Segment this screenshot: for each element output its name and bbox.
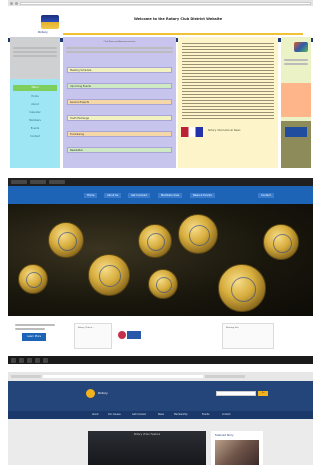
sidebar-link[interactable]: Contact <box>16 135 54 138</box>
content-area: Rotary Video Feature Featured Story <box>8 419 313 465</box>
rotary-partner-logo-icon[interactable] <box>118 331 142 339</box>
sidebar-menu-heading: Menu <box>13 85 57 91</box>
search-input[interactable] <box>216 391 256 396</box>
taskbar-icon[interactable] <box>19 357 24 363</box>
nav-item[interactable]: Members Area <box>158 193 183 198</box>
rotary-logo-icon[interactable] <box>41 15 59 29</box>
center-content: Club News and Announcements Meeting Sche… <box>63 37 176 168</box>
featured-sidebar: Featured Story <box>211 431 263 465</box>
ad-image[interactable] <box>285 127 307 137</box>
site-nav: Home About Us Get Involved Members Area … <box>8 186 313 204</box>
nav-item[interactable]: Get Involved <box>128 193 150 198</box>
legacy-site-screenshot: Rotary Welcome to the Rotary Club Distri… <box>8 0 313 170</box>
sidebar-link[interactable]: Home <box>16 95 54 98</box>
featured-image[interactable] <box>215 440 259 465</box>
news-box[interactable]: Upcoming Events <box>67 83 172 89</box>
sidebar-link[interactable]: Events <box>16 127 54 130</box>
address-bar[interactable] <box>20 1 311 5</box>
menu-item[interactable]: Get Involved <box>132 413 146 417</box>
menu-item[interactable]: Contact <box>222 413 231 417</box>
search-button[interactable]: Go <box>258 391 268 396</box>
menu-item[interactable]: News <box>158 413 164 417</box>
article-column: Rotary International News <box>178 37 278 168</box>
meeting-card[interactable]: Meeting Info <box>222 323 274 349</box>
taskbar-icon[interactable] <box>27 357 32 363</box>
video-title: Rotary Video Feature <box>133 433 161 436</box>
forward-icon[interactable] <box>15 1 18 5</box>
news-box[interactable]: Newsletter <box>67 147 172 153</box>
news-box[interactable]: Youth Exchange <box>67 115 172 121</box>
right-sidebar <box>281 37 311 168</box>
promo-panel <box>281 83 311 117</box>
center-heading: Club News and Announcements <box>103 41 136 43</box>
browser-tab[interactable] <box>11 180 27 184</box>
info-card[interactable]: Rotary Club of ... <box>74 323 112 349</box>
taskbar-icon[interactable] <box>35 357 40 363</box>
browser-tab[interactable] <box>205 375 245 378</box>
info-section: Learn More Rotary Club of ... Meeting In… <box>8 316 313 356</box>
menu-item[interactable]: Our Causes <box>108 413 121 417</box>
rotary-logo-icon[interactable] <box>86 389 95 398</box>
video-player[interactable] <box>88 431 206 465</box>
browser-tab[interactable] <box>49 180 65 184</box>
nav-item[interactable]: About Us <box>104 193 122 198</box>
nav-item[interactable]: News & Events <box>190 193 215 198</box>
news-box[interactable]: Meeting Schedule <box>67 67 172 73</box>
left-sidebar: Menu Home About Calendar Members Events … <box>10 37 60 168</box>
nav-item[interactable]: Home <box>84 193 98 198</box>
news-box[interactable]: Service Projects <box>67 99 172 105</box>
browser-tab[interactable] <box>11 375 41 378</box>
featured-title: Featured Story <box>215 434 234 437</box>
taskbar-icon[interactable] <box>11 357 16 363</box>
news-box[interactable]: Fundraising <box>67 131 172 137</box>
menu-item[interactable]: Membership <box>174 413 188 417</box>
screenshot-stack: Rotary Welcome to the Rotary Club Distri… <box>0 0 321 465</box>
sidebar-top-panel <box>10 37 60 79</box>
sidebar-link[interactable]: Calendar <box>16 111 54 114</box>
page-title: Welcome to the Rotary Club District Webs… <box>133 17 223 21</box>
browser-toolbar <box>8 372 313 381</box>
article-text-block <box>182 43 274 121</box>
badge-icon[interactable] <box>294 42 308 52</box>
learn-more-button[interactable]: Learn More <box>22 333 46 341</box>
sidebar-link[interactable]: Members <box>16 119 54 122</box>
menu-item[interactable]: About <box>92 413 98 417</box>
browser-tabs-bar <box>8 178 313 186</box>
address-bar[interactable] <box>43 375 203 378</box>
blue-site-screenshot: Rotary Go About Our Causes Get Involved … <box>8 372 313 465</box>
nav-item[interactable]: Contact <box>258 193 274 198</box>
brand-name: Rotary <box>98 391 108 395</box>
taskbar-icon[interactable] <box>43 357 48 363</box>
back-icon[interactable] <box>10 1 13 5</box>
os-taskbar <box>8 356 313 364</box>
ad-panel <box>281 121 311 168</box>
site-header: Rotary Go <box>8 381 313 411</box>
hero-image-coins <box>8 204 313 316</box>
article-caption: Rotary International News <box>208 129 241 132</box>
browser-tab[interactable] <box>30 180 46 184</box>
menu-item[interactable]: Events <box>202 413 209 417</box>
logo-text: Rotary <box>38 30 48 34</box>
modern-site-screenshot: Home About Us Get Involved Members Area … <box>8 178 313 364</box>
site-header: Rotary Welcome to the Rotary Club Distri… <box>8 6 313 42</box>
sidebar-link[interactable]: About <box>16 103 54 106</box>
flag-image <box>181 127 203 137</box>
header-accent-bar <box>63 33 303 35</box>
main-menu: About Our Causes Get Involved News Membe… <box>8 411 313 419</box>
